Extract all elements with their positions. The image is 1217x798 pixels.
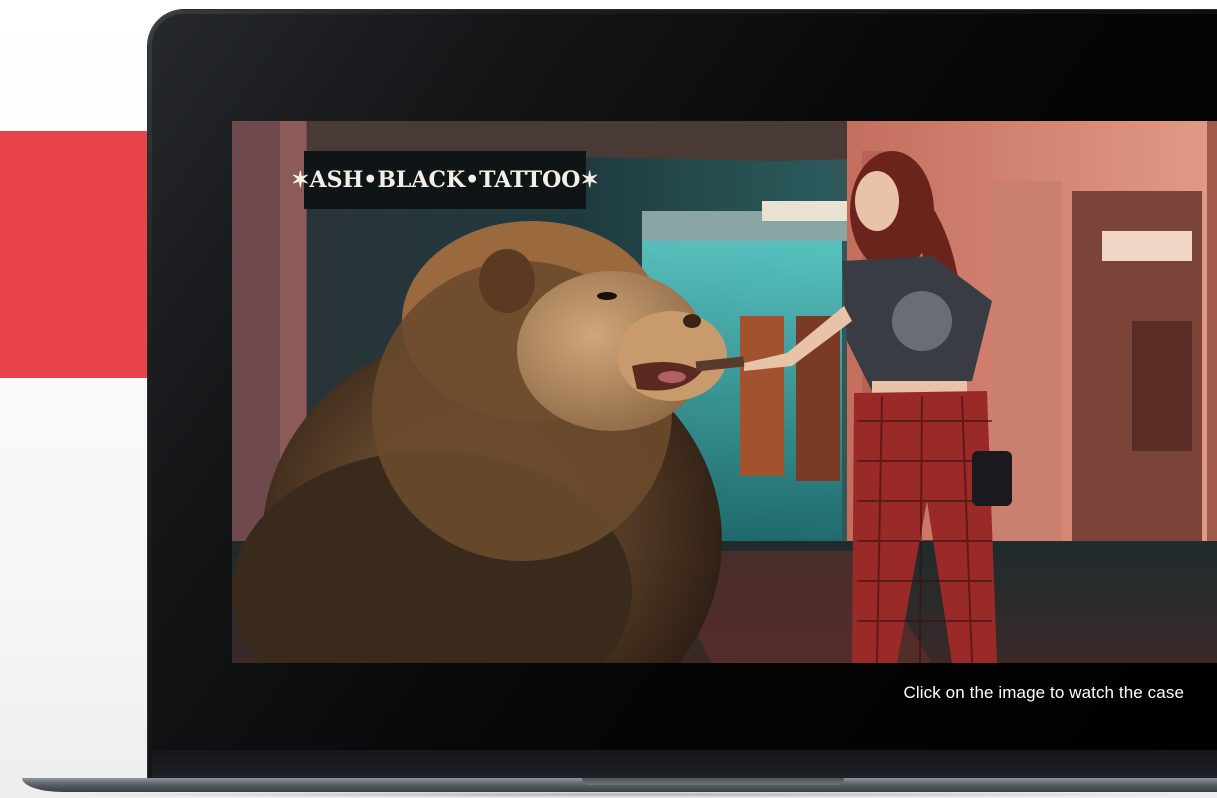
laptop-bottom-bezel [152, 750, 1217, 778]
video-scene: ✶ASH•BLACK•TATTOO✶ [232, 121, 1217, 663]
watch-case-caption: Click on the image to watch the case [903, 683, 1184, 702]
laptop-shadow [40, 791, 1217, 798]
page: ✶ASH•BLACK•TATTOO✶ Click on the image to… [0, 0, 1217, 798]
red-accent-block [0, 131, 160, 378]
shop-sign-text: ✶ASH•BLACK•TATTOO✶ [291, 167, 599, 193]
video-thumbnail[interactable]: ✶ASH•BLACK•TATTOO✶ [232, 121, 1217, 663]
laptop-hinge-notch [582, 778, 844, 785]
